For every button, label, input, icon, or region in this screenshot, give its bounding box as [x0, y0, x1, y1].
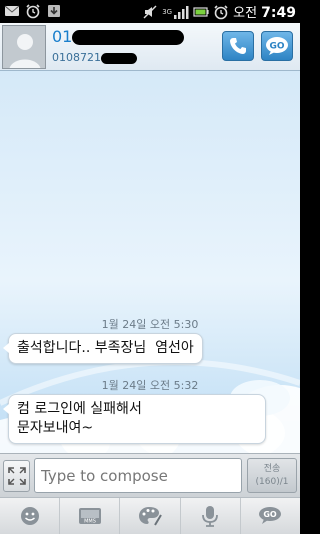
send-counter: (160)/1 — [255, 477, 289, 487]
contact-number: 0108721 — [52, 51, 137, 64]
expand-icon — [7, 467, 26, 485]
redacted-name — [72, 30, 185, 45]
paint-icon — [139, 507, 162, 526]
call-button[interactable] — [222, 31, 254, 61]
bottom-toolbar: MMS GO — [0, 497, 300, 534]
microphone-icon — [202, 506, 219, 527]
phone-icon — [230, 38, 246, 54]
message-text-line: 컴 로그인에 실패해서 — [17, 401, 142, 417]
conversation-header: 01 0108721 GO — [0, 23, 300, 71]
sms-notification-icon — [4, 5, 20, 16]
mms-button[interactable]: MMS — [60, 498, 121, 534]
svg-text:MMS: MMS — [84, 519, 96, 525]
silent-icon — [143, 5, 157, 18]
svg-text:GO: GO — [269, 42, 284, 52]
message-timestamp: 1월 24일 오전 5:32 — [101, 379, 199, 392]
send-button[interactable]: 전송 (160)/1 — [247, 458, 297, 493]
clock: 오전 7:49 — [233, 2, 296, 21]
svg-text:GO: GO — [264, 510, 278, 519]
contact-name-text: 01 — [52, 27, 73, 46]
contact-number-text: 0108721 — [52, 51, 101, 64]
message-bubble[interactable]: 출석합니다.. 부족장님 염선아 — [3, 333, 203, 364]
message-timestamp: 1월 24일 오전 5:30 — [101, 318, 199, 331]
status-bar: 3G 오전 7:49 — [0, 0, 300, 23]
emoticon-button[interactable] — [0, 498, 61, 534]
send-label: 전송 — [263, 464, 281, 474]
go-sms-button[interactable]: GO — [241, 498, 300, 534]
message-text: 출석합니다.. 부족장님 염선아 — [17, 340, 194, 356]
network-type: 3G — [162, 7, 173, 16]
voice-button[interactable] — [181, 498, 241, 534]
go-bubble-icon: GO — [266, 37, 288, 55]
mms-icon: MMS — [78, 508, 101, 525]
message-text-line: 문자보내여~ — [17, 420, 94, 436]
go-button[interactable]: GO — [261, 31, 293, 61]
battery-icon — [193, 6, 209, 17]
clock-time: 7:49 — [261, 5, 296, 21]
alarm-icon — [214, 4, 228, 19]
person-silhouette-icon — [3, 26, 45, 68]
compose-bar: 전송 (160)/1 — [0, 453, 300, 497]
compose-input[interactable] — [34, 458, 242, 493]
download-icon — [48, 5, 60, 17]
alarm-icon — [26, 4, 40, 19]
paint-button[interactable] — [120, 498, 181, 534]
clock-period: 오전 — [233, 6, 258, 21]
redacted-number — [101, 52, 137, 64]
attach-button[interactable] — [3, 460, 30, 492]
status-icons: 3G 오전 7:49 — [142, 2, 296, 21]
go-sms-icon: GO — [259, 507, 282, 524]
emoticon-icon — [20, 507, 39, 525]
notification-icons — [4, 3, 62, 19]
avatar[interactable] — [2, 25, 46, 69]
contact-name: 01 — [52, 27, 185, 46]
message-list[interactable]: 1월 24일 오전 5:30 출석합니다.. 부족장님 염선아 1월 24일 오… — [0, 71, 300, 453]
signal-icon — [174, 5, 189, 19]
message-bubble[interactable]: 컴 로그인에 실패해서 문자보내여~ — [3, 394, 266, 444]
